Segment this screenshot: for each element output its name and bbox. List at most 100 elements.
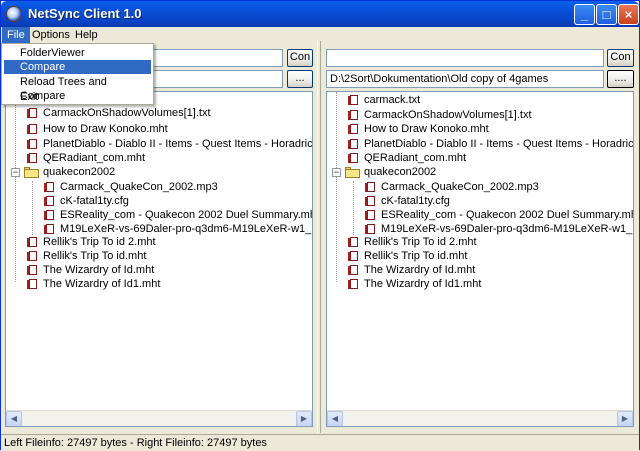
file-icon [44, 182, 55, 193]
minimize-icon: _ [580, 7, 589, 22]
file-icon [348, 153, 359, 164]
tree-item-label: QERadiant_com.mht [364, 152, 467, 164]
pane-splitter[interactable] [317, 41, 321, 433]
menu-item-reload-trees-and-compare[interactable]: Reload Trees and Compare [4, 75, 151, 102]
tree-item-label: ESReality_com - Quakecon 2002 Duel Summa… [381, 209, 634, 221]
close-icon: × [624, 7, 633, 22]
minimize-button[interactable]: _ [574, 4, 595, 25]
tree-item-label: PlanetDiablo - Diablo II - Items - Quest… [364, 138, 634, 150]
close-button[interactable]: × [618, 4, 639, 25]
right-tree-view[interactable]: carmack.txt CarmackOnShadowVolumes[1].tx… [326, 91, 634, 427]
tree-item-file[interactable]: Rellik's Trip To id 2.mht [6, 235, 312, 249]
menu-options[interactable]: Options [27, 27, 75, 43]
tree-item-file[interactable]: PlanetDiablo - Diablo II - Items - Quest… [6, 137, 312, 151]
file-menu-dropdown: FolderViewer Compare Reload Trees and Co… [1, 43, 154, 105]
tree-item-label: PlanetDiablo - Diablo II - Items - Quest… [43, 138, 313, 150]
tree-item-file[interactable]: Carmack_QuakeCon_2002.mp3 [327, 180, 633, 194]
maximize-icon: □ [602, 7, 611, 22]
app-window: NetSync Client 1.0 _ □ × File Options He… [0, 0, 640, 450]
file-icon [44, 196, 55, 207]
left-connect-button[interactable]: Con [287, 49, 313, 67]
tree-item-file[interactable]: The Wizardry of Id.mht [6, 263, 312, 277]
tree-item-label: cK-fatal1ty.cfg [60, 195, 129, 207]
tree-item-label: CarmackOnShadowVolumes[1].txt [364, 109, 532, 121]
tree-item-label: The Wizardry of Id.mht [43, 264, 155, 276]
file-icon [27, 153, 38, 164]
scroll-right-arrow-icon[interactable]: ▶ [296, 411, 312, 426]
tree-item-label: How to Draw Konoko.mht [364, 123, 489, 135]
file-icon [348, 139, 359, 150]
file-icon [348, 110, 359, 121]
file-icon [348, 265, 359, 276]
scroll-left-arrow-icon[interactable]: ◀ [327, 411, 343, 426]
status-bar: Left Fileinfo: 27497 bytes - Right Filei… [1, 434, 639, 450]
right-host-input[interactable] [326, 49, 604, 67]
tree-item-label: Rellik's Trip To id 2.mht [43, 236, 156, 248]
tree-item-file[interactable]: CarmackOnShadowVolumes[1].txt [6, 106, 312, 120]
tree-item-file[interactable]: Rellik's Trip To id.mht [6, 249, 312, 263]
tree-item-file[interactable]: PlanetDiablo - Diablo II - Items - Quest… [327, 137, 633, 151]
file-icon [348, 124, 359, 135]
tree-item-label: CarmackOnShadowVolumes[1].txt [43, 107, 211, 119]
tree-item-file[interactable]: Carmack_QuakeCon_2002.mp3 [6, 180, 312, 194]
file-icon [27, 279, 38, 290]
menu-item-exit[interactable]: Exit [4, 90, 151, 104]
right-path-input[interactable]: D:\2Sort\Dokumentation\Old copy of 4game… [326, 70, 604, 88]
scroll-left-arrow-icon[interactable]: ◀ [6, 411, 22, 426]
tree-item-file[interactable]: M19LeXeR-vs-69Daler-pro-q3dm6-M19LeXeR-w… [6, 222, 312, 236]
title-bar[interactable]: NetSync Client 1.0 _ □ × [1, 1, 639, 27]
tree-item-file[interactable]: The Wizardry of Id1.mht [327, 277, 633, 291]
tree-item-label: quakecon2002 [43, 166, 116, 178]
tree-item-file[interactable]: QERadiant_com.mht [6, 151, 312, 165]
file-icon [365, 182, 376, 193]
right-horizontal-scrollbar[interactable]: ◀ ▶ [327, 410, 633, 426]
tree-item-file[interactable]: cK-fatal1ty.cfg [6, 194, 312, 208]
tree-item-label: Rellik's Trip To id 2.mht [364, 236, 477, 248]
right-connect-button[interactable]: Con [607, 49, 634, 67]
collapse-toggle-icon[interactable]: − [11, 168, 20, 177]
tree-item-file[interactable]: cK-fatal1ty.cfg [327, 194, 633, 208]
window-title: NetSync Client 1.0 [28, 6, 142, 21]
tree-item-file[interactable]: Rellik's Trip To id.mht [327, 249, 633, 263]
menu-file[interactable]: File [2, 27, 30, 43]
tree-item-file[interactable]: ESReality_com - Quakecon 2002 Duel Summa… [327, 208, 633, 222]
tree-item-folder[interactable]: − quakecon2002 [327, 165, 633, 179]
tree-item-label: How to Draw Konoko.mht [43, 123, 168, 135]
tree-item-file[interactable]: QERadiant_com.mht [327, 151, 633, 165]
maximize-button[interactable]: □ [596, 4, 617, 25]
file-icon [365, 210, 376, 221]
tree-item-folder[interactable]: − quakecon2002 [6, 165, 312, 179]
tree-item-file[interactable]: M19LeXeR-vs-69Daler-pro-q3dm6-M19LeXeR-w… [327, 222, 633, 236]
right-browse-button[interactable]: .... [607, 70, 634, 88]
tree-item-file[interactable]: CarmackOnShadowVolumes[1].txt [327, 108, 633, 122]
menu-help[interactable]: Help [70, 27, 103, 43]
tree-item-label: M19LeXeR-vs-69Daler-pro-q3dm6-M19LeXeR-w… [60, 223, 312, 235]
folder-icon [24, 167, 39, 178]
file-icon [348, 279, 359, 290]
menu-item-folderviewer[interactable]: FolderViewer [4, 46, 151, 60]
file-icon [365, 196, 376, 207]
tree-item-file[interactable]: ESReality_com - Quakecon 2002 Duel Summa… [6, 208, 312, 222]
tree-item-label: Rellik's Trip To id.mht [43, 250, 147, 262]
tree-item-file[interactable]: The Wizardry of Id.mht [327, 263, 633, 277]
tree-item-file[interactable]: How to Draw Konoko.mht [327, 122, 633, 136]
collapse-toggle-icon[interactable]: − [332, 168, 341, 177]
file-icon [27, 251, 38, 262]
left-tree-view[interactable]: CarmackOnShadowVolumes[1].txt How to Dra… [5, 91, 313, 427]
tree-item-label: The Wizardry of Id1.mht [43, 278, 161, 290]
tree-item-file[interactable]: Rellik's Trip To id 2.mht [327, 235, 633, 249]
tree-item-label: ESReality_com - Quakecon 2002 Duel Summa… [60, 209, 313, 221]
tree-item-label: Carmack_QuakeCon_2002.mp3 [60, 181, 218, 193]
tree-item-file[interactable]: How to Draw Konoko.mht [6, 122, 312, 136]
file-icon [348, 95, 359, 106]
tree-item-file[interactable]: The Wizardry of Id1.mht [6, 277, 312, 291]
left-horizontal-scrollbar[interactable]: ◀ ▶ [6, 410, 312, 426]
scroll-right-arrow-icon[interactable]: ▶ [617, 411, 633, 426]
tree-item-label: M19LeXeR-vs-69Daler-pro-q3dm6-M19LeXeR-w… [381, 223, 633, 235]
tree-item-file[interactable]: carmack.txt [327, 93, 633, 107]
file-icon [27, 139, 38, 150]
menu-item-compare[interactable]: Compare [4, 60, 151, 74]
file-icon [27, 237, 38, 248]
left-browse-button[interactable]: ... [287, 70, 313, 88]
tree-item-label: Rellik's Trip To id.mht [364, 250, 468, 262]
